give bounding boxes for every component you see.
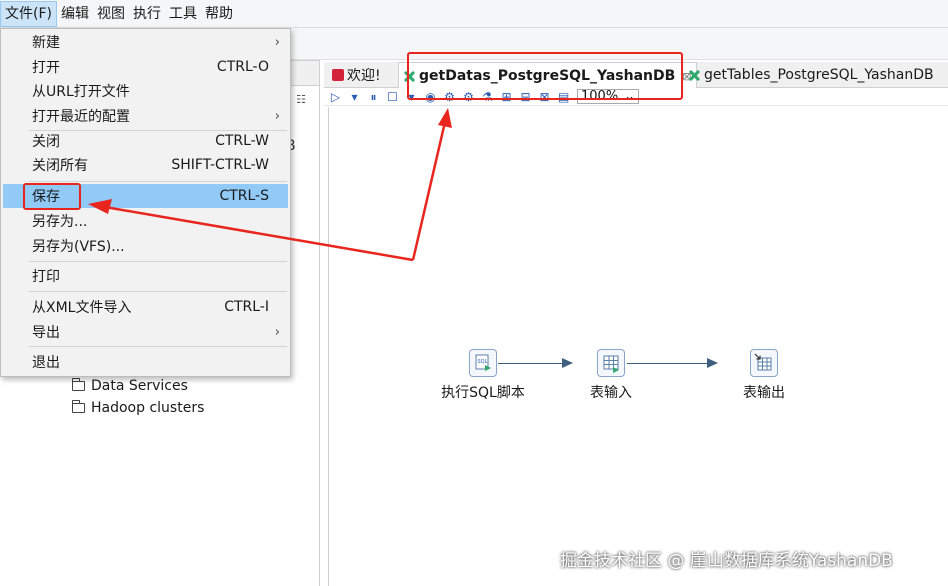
tree-item-hadoop-clusters[interactable]: Hadoop clusters	[72, 400, 204, 416]
annotation-save-box	[23, 183, 81, 210]
menu-item-label: 新建	[32, 35, 60, 51]
step-execute-sql[interactable]: SQL 执行SQL脚本	[440, 349, 526, 402]
chevron-right-icon: ›	[274, 108, 280, 124]
folder-icon	[72, 400, 85, 413]
hop-arrow-icon	[562, 358, 573, 368]
menu-bar: 文件(F) 编辑 视图 执行 工具 帮助	[0, 0, 948, 28]
hop-arrow-icon	[707, 358, 718, 368]
menu-view[interactable]: 视图	[93, 1, 129, 27]
menu-item-label: 关闭	[32, 134, 60, 150]
menu-item-save-as-vfs[interactable]: 另存为(VFS)...	[3, 234, 288, 258]
annotation-tab-box	[407, 52, 683, 100]
step-label: 执行SQL脚本	[441, 385, 525, 401]
menu-item-print[interactable]: 打印	[3, 264, 288, 288]
menu-item-new[interactable]: 新建 ›	[3, 30, 288, 54]
menu-item-label: 退出	[32, 355, 60, 371]
step-label: 表输入	[590, 385, 632, 401]
menu-item-label: 关闭所有	[32, 158, 88, 174]
menu-item-label: 从XML文件导入	[32, 300, 132, 316]
chevron-right-icon: ›	[274, 324, 280, 340]
menu-item-import-xml[interactable]: 从XML文件导入 CTRL-I	[3, 295, 288, 319]
menu-item-close-all[interactable]: 关闭所有 SHIFT-CTRL-W	[3, 153, 288, 177]
menu-item-label: 打开	[32, 60, 60, 76]
tab-label: getTables_PostgreSQL_YashanDB	[704, 67, 934, 83]
tree-item-label: Data Services	[91, 378, 188, 394]
menu-item-open[interactable]: 打开 CTRL-O	[3, 55, 288, 79]
menu-item-label: 从URL打开文件	[32, 84, 130, 100]
view-menu-icon[interactable]: ☷	[292, 93, 310, 107]
chevron-right-icon: ›	[274, 34, 280, 50]
menu-separator	[29, 261, 287, 262]
watermark: 掘金技术社区 @ 崖山数据库系统YashanDB	[560, 551, 893, 571]
menu-item-label: 另存为(VFS)...	[32, 239, 125, 255]
menu-item-label: 另存为...	[32, 214, 88, 230]
step-table-input[interactable]: 表输入	[573, 349, 649, 402]
transformation-icon	[688, 69, 701, 82]
step-label: 表输出	[743, 385, 785, 401]
tab-gettables[interactable]: getTables_PostgreSQL_YashanDB	[684, 62, 938, 88]
menu-help[interactable]: 帮助	[201, 1, 237, 27]
menu-item-shortcut: CTRL-W	[215, 133, 269, 149]
menu-tools[interactable]: 工具	[165, 1, 201, 27]
menu-separator	[29, 346, 287, 347]
menu-item-export[interactable]: 导出 ›	[3, 320, 288, 344]
menu-item-shortcut: CTRL-I	[224, 299, 269, 315]
menu-item-open-recent[interactable]: 打开最近的配置 ›	[3, 104, 288, 128]
run-options-icon[interactable]: ▾	[349, 90, 360, 104]
menu-item-close[interactable]: 关闭 CTRL-W	[3, 129, 288, 153]
menu-item-save-as[interactable]: 另存为...	[3, 209, 288, 233]
menu-edit[interactable]: 编辑	[57, 1, 93, 27]
transformation-canvas[interactable]	[328, 107, 948, 586]
tab-welcome[interactable]: 欢迎!	[328, 62, 385, 88]
pause-icon[interactable]: ⏸	[368, 90, 379, 104]
menu-item-shortcut: CTRL-O	[216, 59, 269, 75]
menu-item-label: 打印	[32, 269, 60, 285]
welcome-icon	[332, 69, 344, 81]
menu-run[interactable]: 执行	[129, 1, 165, 27]
menu-item-label: 打开最近的配置	[32, 109, 130, 125]
step-table-output[interactable]: 表输出	[726, 349, 802, 402]
table-input-icon	[597, 349, 625, 377]
sql-script-icon: SQL	[469, 349, 497, 377]
stop-icon[interactable]: ☐	[387, 90, 398, 104]
run-icon[interactable]: ▷	[330, 90, 341, 104]
left-panel-tab[interactable]	[290, 60, 320, 86]
menu-item-shortcut: SHIFT-CTRL-W	[171, 157, 269, 173]
tree-item-data-services[interactable]: Data Services	[72, 378, 188, 394]
tree-item-label: Hadoop clusters	[91, 400, 205, 416]
svg-text:SQL: SQL	[478, 359, 488, 365]
menu-item-exit[interactable]: 退出	[3, 350, 288, 374]
menu-item-label: 导出	[32, 325, 60, 341]
menu-file[interactable]: 文件(F)	[0, 0, 57, 27]
tab-label: 欢迎!	[347, 68, 381, 84]
menu-separator	[29, 291, 287, 292]
folder-icon	[72, 378, 85, 391]
menu-separator	[29, 181, 287, 182]
menu-item-shortcut: CTRL-S	[219, 188, 269, 204]
menu-item-open-url[interactable]: 从URL打开文件	[3, 79, 288, 103]
table-output-icon	[750, 349, 778, 377]
